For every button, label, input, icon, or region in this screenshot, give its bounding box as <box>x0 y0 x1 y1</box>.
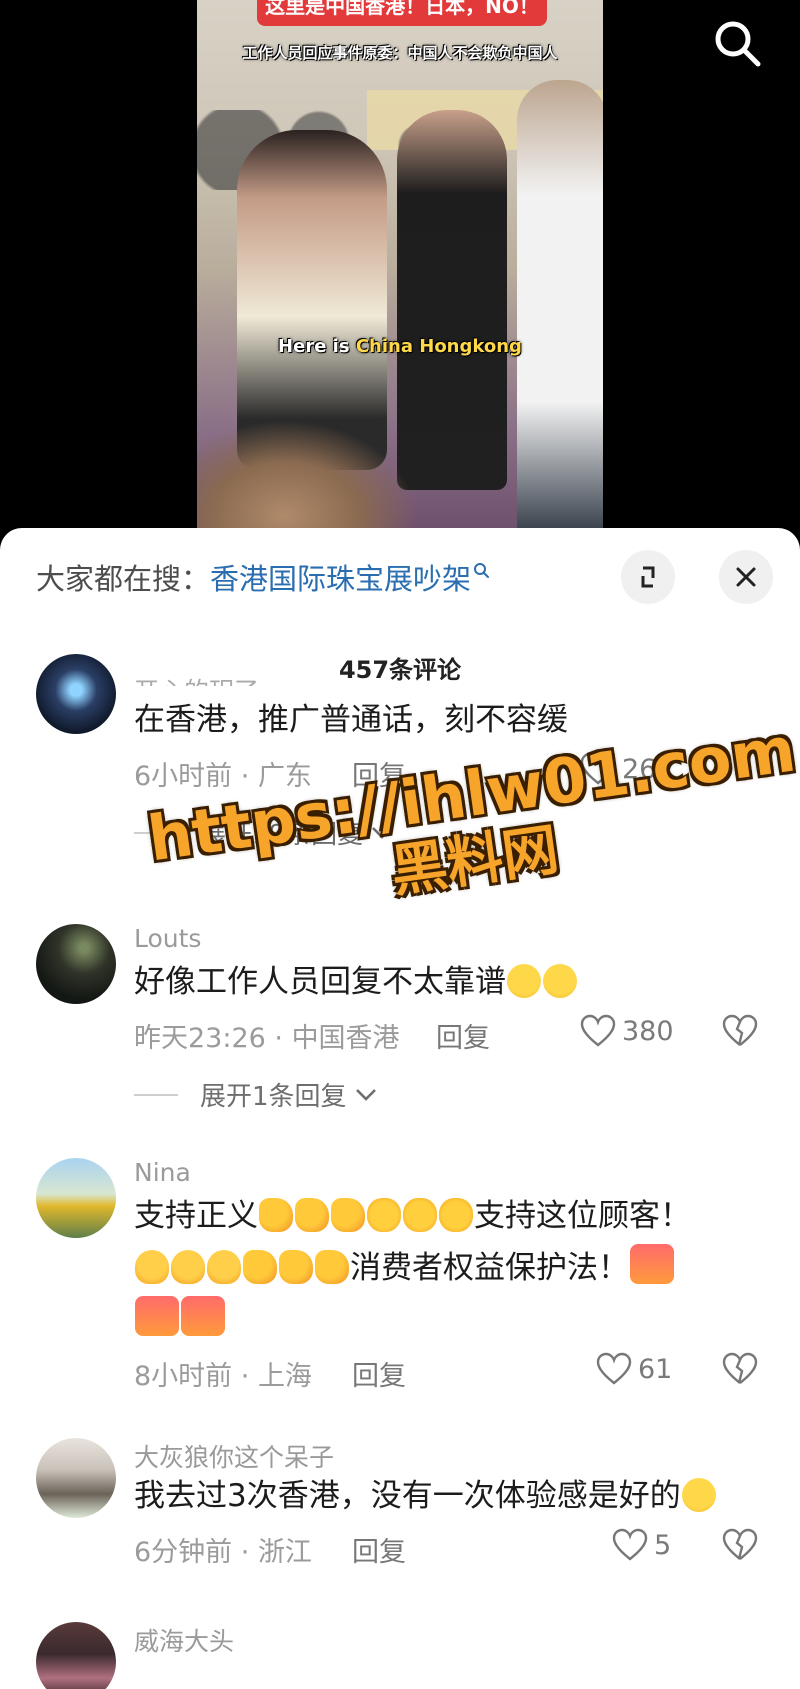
comment-location: 浙江 <box>257 1537 312 1568</box>
jiayou-sticker-emoji <box>135 1296 179 1336</box>
person-woman <box>237 130 387 470</box>
video-caption-yellow: China Hongkong <box>355 336 522 357</box>
reply-button[interactable]: 回复 <box>352 1530 406 1569</box>
avatar[interactable] <box>36 1158 116 1238</box>
comment-time: 6小时前 <box>134 761 233 792</box>
jiayou-sticker-emoji <box>181 1296 225 1336</box>
close-button[interactable] <box>719 550 773 604</box>
comment-text-body: 我去过3次香港，没有一次体验感是好的 <box>134 1478 681 1514</box>
comment-username[interactable]: 开心的玥了 <box>134 672 259 686</box>
avatar[interactable] <box>36 654 116 734</box>
meta-separator: · <box>265 1023 292 1054</box>
comment-count: 457条评论 <box>338 656 462 684</box>
clapping-emoji <box>367 1198 401 1232</box>
thumbs-up-emoji <box>259 1198 293 1232</box>
comment-sheet: 大家都在搜：香港国际珠宝展吵架 457条评论 开心的玥了 在香港，推广普通话，刻… <box>0 528 800 1689</box>
video-caption-white: Here is <box>278 336 356 357</box>
chevron-down-icon <box>355 1088 376 1101</box>
clapping-emoji <box>403 1198 437 1232</box>
video-player[interactable]: 这里是中国香港！日本，NO！ 工作人员回应事件原委：中国人不会欺负中国人 Her… <box>0 0 800 540</box>
comment-meta: 8小时前 · 上海 <box>134 1354 312 1393</box>
dizzy-face-emoji <box>543 964 577 998</box>
meta-separator: · <box>232 1537 258 1568</box>
close-icon <box>736 567 756 587</box>
search-suggestion-prefix: 大家都在搜： <box>36 562 211 596</box>
like-button[interactable]: 5 <box>612 1528 671 1562</box>
avatar[interactable] <box>36 1622 116 1689</box>
broken-heart-icon <box>722 1352 758 1384</box>
comment-text-part-b: 支持这位顾客！ <box>474 1198 691 1234</box>
finger-heart-emoji <box>135 1250 169 1284</box>
jiayou-sticker-emoji <box>630 1244 674 1284</box>
reply-button[interactable]: 回复 <box>436 1016 490 1055</box>
comment-text: 好像工作人员回复不太靠谱 <box>134 956 774 1008</box>
expand-icon <box>641 566 655 588</box>
clapping-emoji <box>439 1198 473 1232</box>
like-count: 5 <box>654 1529 672 1561</box>
comment-text: 我去过3次香港，没有一次体验感是好的 <box>134 1470 774 1522</box>
broken-heart-icon <box>722 1528 758 1560</box>
comment-location: 上海 <box>257 1361 312 1392</box>
comment-text-body: 好像工作人员回复不太靠谱 <box>134 964 506 1000</box>
thumbs-up-emoji <box>331 1198 365 1232</box>
meta-separator: · <box>232 1361 258 1392</box>
finger-heart-emoji <box>171 1250 205 1284</box>
comment-meta: 6分钟前 · 浙江 <box>134 1530 312 1569</box>
comment-username[interactable]: 大灰狼你这个呆子 <box>134 1438 334 1474</box>
search-suggestion[interactable]: 大家都在搜：香港国际珠宝展吵架 <box>36 556 491 598</box>
thumbs-up-emoji <box>243 1250 277 1284</box>
person-right <box>517 80 603 540</box>
video-frame[interactable]: 这里是中国香港！日本，NO！ 工作人员回应事件原委：中国人不会欺负中国人 Her… <box>197 0 603 540</box>
expand-replies-label: 展开1条回复 <box>200 1082 347 1112</box>
video-subtitle-top: 工作人员回应事件原委：中国人不会欺负中国人 <box>242 44 558 62</box>
heart-icon <box>596 1352 632 1385</box>
comment-meta: 昨天23:26 · 中国香港 <box>134 1016 400 1055</box>
like-count: 380 <box>622 1015 674 1047</box>
comment-text-part-a: 支持正义 <box>134 1198 258 1234</box>
expand-replies[interactable]: 展开1条回复 <box>134 1076 377 1113</box>
comment-time: 昨天23:26 <box>134 1023 266 1054</box>
finger-heart-emoji <box>207 1250 241 1284</box>
comment-location: 中国香港 <box>291 1023 400 1054</box>
dislike-button[interactable] <box>722 1014 758 1052</box>
like-button[interactable]: 61 <box>596 1352 672 1386</box>
search-icon <box>715 21 761 67</box>
thumbs-up-emoji <box>315 1250 349 1284</box>
small-search-icon <box>473 556 491 590</box>
reply-button[interactable]: 回复 <box>352 1354 406 1393</box>
search-suggestion-query[interactable]: 香港国际珠宝展吵架 <box>210 562 471 596</box>
comment-username[interactable]: Nina <box>134 1158 191 1187</box>
dislike-button[interactable] <box>722 1528 758 1566</box>
comment-username[interactable]: 威海大头 <box>134 1622 234 1658</box>
heart-icon <box>580 1014 616 1047</box>
search-button[interactable] <box>708 14 768 74</box>
comment-time: 6分钟前 <box>134 1537 233 1568</box>
video-caption: Here is China Hongkong <box>197 336 603 357</box>
avatar[interactable] <box>36 1438 116 1518</box>
video-banner-title: 这里是中国香港！日本，NO！ <box>257 0 547 26</box>
avatar[interactable] <box>36 924 116 1004</box>
broken-heart-icon <box>722 1014 758 1046</box>
thumbs-up-emoji <box>279 1250 313 1284</box>
fullscreen-button[interactable] <box>621 550 675 604</box>
divider-dash <box>134 1093 178 1096</box>
comment-time: 8小时前 <box>134 1361 233 1392</box>
comment-text: 支持正义 支持这位顾客！ 消费者权益保护法！ <box>134 1190 774 1346</box>
crying-laughing-emoji <box>507 964 541 998</box>
comment-text-part-c: 消费者权益保护法！ <box>350 1250 629 1286</box>
like-count: 61 <box>638 1353 673 1385</box>
thumbs-up-emoji <box>295 1198 329 1232</box>
crying-emoji <box>681 1478 716 1512</box>
foreground-hair <box>197 420 417 540</box>
like-button[interactable]: 380 <box>580 1014 674 1048</box>
dislike-button[interactable] <box>722 1352 758 1390</box>
heart-icon <box>612 1528 648 1561</box>
